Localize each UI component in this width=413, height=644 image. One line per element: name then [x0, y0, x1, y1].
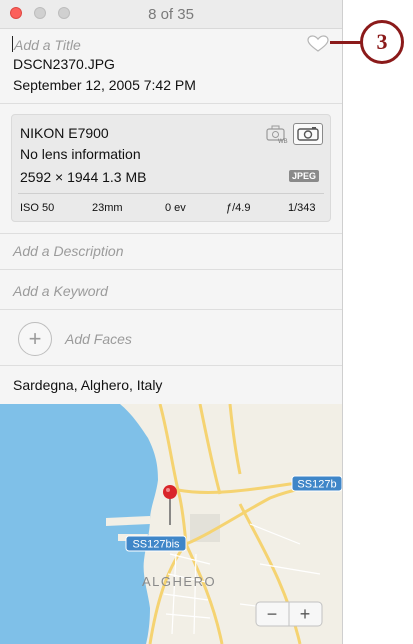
title-bar: 8 of 35 — [0, 0, 342, 29]
divider — [0, 269, 342, 270]
camera-info-box: NIKON E7900 No lens information 2592 × 1… — [11, 114, 331, 222]
exif-exposure: 0 ev — [165, 202, 186, 214]
city-label: ALGHERO — [142, 574, 216, 589]
window-title: 8 of 35 — [148, 6, 194, 23]
add-faces-button[interactable]: + — [18, 322, 52, 356]
zoom-in-button[interactable]: + — [300, 604, 311, 624]
lens-info: No lens information — [20, 146, 141, 162]
heart-icon[interactable] — [307, 35, 329, 53]
description-field[interactable]: Add a Description — [13, 243, 124, 259]
exif-divider — [18, 193, 324, 194]
info-panel: 8 of 35 Add a Title DSCN2370.JPG Septemb… — [0, 0, 343, 644]
svg-text:SS127b: SS127b — [297, 479, 336, 491]
location-map[interactable]: SS127bis SS127b ALGHERO − + — [0, 404, 342, 644]
filename: DSCN2370.JPG — [13, 56, 115, 72]
capture-date: September 12, 2005 7:42 PM — [13, 77, 196, 93]
divider — [0, 233, 342, 234]
exif-iso: ISO 50 — [20, 202, 55, 214]
plus-icon: + — [28, 326, 42, 351]
svg-text:WB: WB — [278, 139, 288, 144]
exif-shutter: 1/343 — [288, 202, 316, 214]
title-field[interactable]: Add a Title — [14, 37, 81, 53]
add-faces-label[interactable]: Add Faces — [65, 331, 132, 347]
format-badge: JPEG — [289, 170, 320, 182]
camera-model: NIKON E7900 — [20, 125, 109, 141]
exif-aperture: ƒ/4.9 — [226, 202, 251, 214]
callout-leader-line — [330, 41, 362, 44]
road-shield-ss127b: SS127b — [291, 475, 342, 492]
divider — [0, 309, 342, 310]
keyword-field[interactable]: Add a Keyword — [13, 283, 108, 299]
exif-focal-length: 23mm — [92, 202, 123, 214]
divider — [0, 103, 342, 104]
location-label: Sardegna, Alghero, Italy — [13, 377, 163, 393]
zoom-out-button[interactable]: − — [267, 604, 278, 624]
white-balance-icon: WB — [266, 125, 288, 144]
text-caret — [12, 36, 13, 52]
camera-flash-icon — [293, 123, 323, 145]
svg-text:SS127bis: SS127bis — [132, 539, 180, 551]
divider — [0, 365, 342, 366]
callout-marker: 3 — [360, 20, 404, 64]
image-dimensions: 2592 × 1944 1.3 MB — [20, 169, 147, 185]
road-shield-ss127bis: SS127bis — [125, 535, 187, 552]
